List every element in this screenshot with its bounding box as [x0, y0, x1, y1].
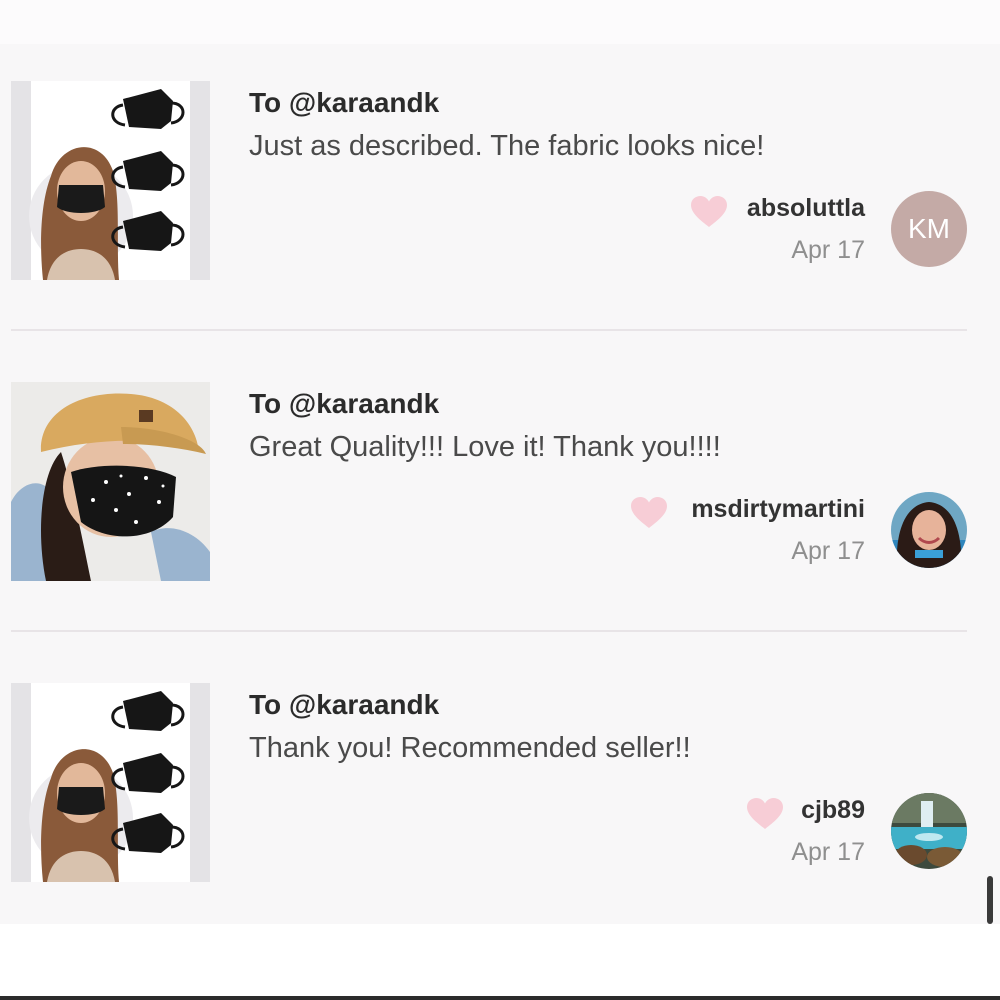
bottom-bar: [0, 924, 1000, 996]
review-item[interactable]: To @karaandk Just as described. The fabr…: [0, 81, 1000, 301]
review-message: Great Quality!!! Love it! Thank you!!!!: [249, 431, 721, 463]
divider: [11, 329, 967, 331]
review-item[interactable]: To @karaandk Thank you! Recommended sell…: [0, 683, 1000, 903]
recipient-label: To @karaandk: [249, 388, 440, 419]
scrollbar[interactable]: [987, 876, 993, 924]
avatar[interactable]: [891, 793, 967, 869]
divider: [11, 630, 967, 632]
recipient-label: To @karaandk: [249, 87, 440, 118]
review-date: Apr 17: [791, 838, 865, 866]
reviewer-username[interactable]: cjb89: [801, 796, 865, 825]
recipient-label: To @karaandk: [249, 689, 440, 720]
avatar[interactable]: [891, 492, 967, 568]
heart-icon[interactable]: [690, 195, 728, 229]
bottom-edge: [0, 996, 1000, 1000]
heart-icon[interactable]: [746, 797, 784, 831]
review-message: Just as described. The fabric looks nice…: [249, 130, 765, 162]
heart-icon[interactable]: [630, 496, 668, 530]
avatar-initials: KM: [908, 213, 950, 244]
review-date: Apr 17: [791, 236, 865, 264]
reviewer-username[interactable]: absoluttla: [747, 194, 865, 223]
product-thumbnail[interactable]: [11, 683, 210, 882]
avatar[interactable]: KM: [891, 191, 967, 267]
product-thumbnail[interactable]: [11, 382, 210, 581]
review-message: Thank you! Recommended seller!!: [249, 732, 691, 764]
top-bar: [0, 0, 1000, 44]
review-feed: To @karaandk Just as described. The fabr…: [0, 44, 1000, 924]
review-date: Apr 17: [791, 537, 865, 565]
reviewer-username[interactable]: msdirtymartini: [691, 495, 865, 524]
review-item[interactable]: To @karaandk Great Quality!!! Love it! T…: [0, 382, 1000, 602]
product-thumbnail[interactable]: [11, 81, 210, 280]
